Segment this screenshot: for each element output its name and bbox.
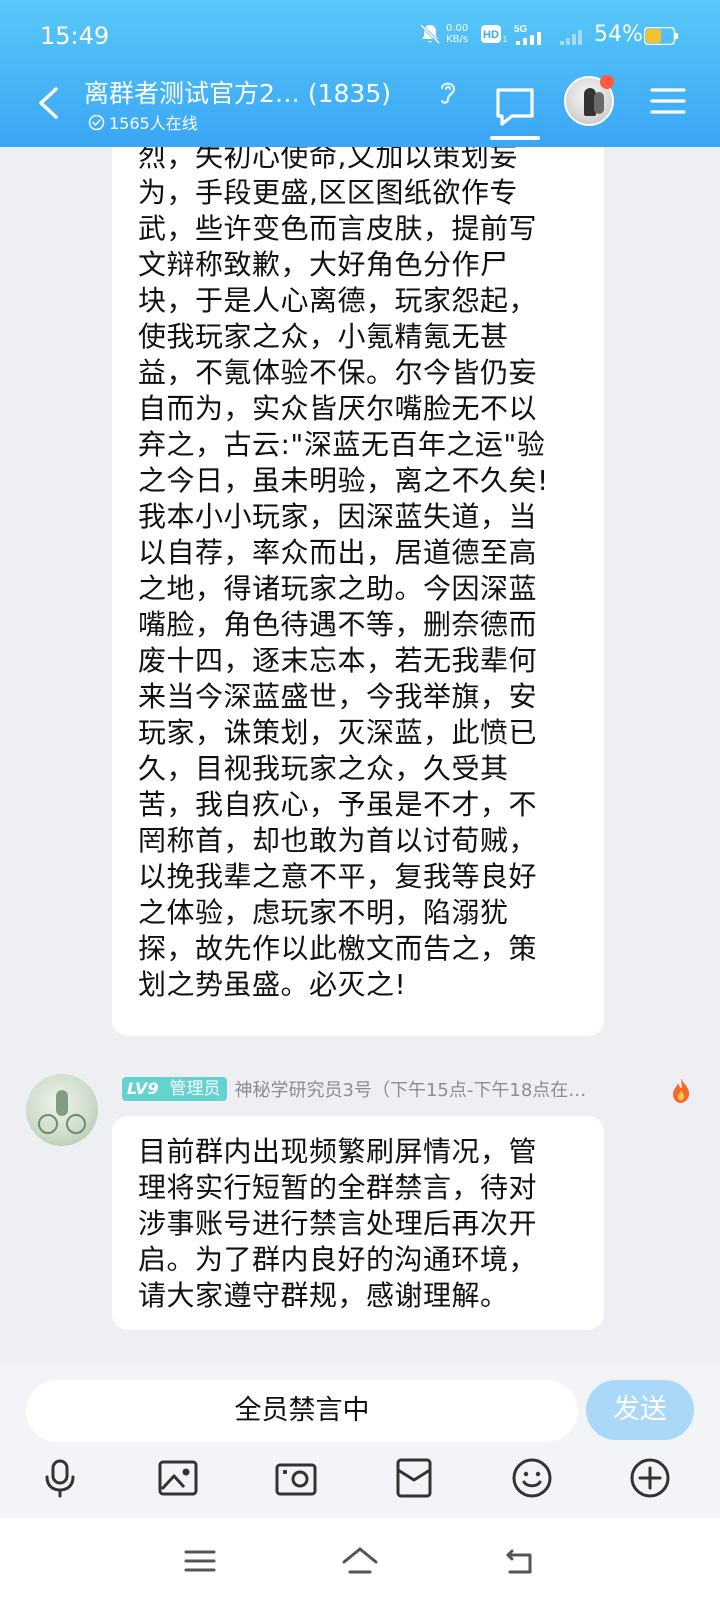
back-nav-icon[interactable] bbox=[500, 1544, 540, 1578]
bell-off-icon bbox=[419, 23, 441, 45]
avatar-figure-secondary bbox=[594, 92, 604, 114]
online-count: 1565人在线 bbox=[109, 114, 198, 133]
message-text: 烈，失初心使命,又加以策划妄 为，手段更盛,区区图纸欲作专 武，些许变色而言皮肤… bbox=[138, 140, 549, 1001]
status-time: 15:49 bbox=[40, 22, 110, 50]
hd-label: HD bbox=[483, 29, 499, 41]
plus-icon[interactable] bbox=[628, 1456, 672, 1500]
network-label: 5G bbox=[514, 24, 528, 35]
active-tab-indicator bbox=[490, 136, 540, 140]
back-icon[interactable] bbox=[36, 86, 62, 120]
image-icon[interactable] bbox=[156, 1456, 200, 1500]
notification-dot bbox=[600, 75, 614, 89]
camera-icon[interactable] bbox=[274, 1456, 318, 1500]
level-badge: LV9 bbox=[122, 1077, 164, 1101]
role-badge: 管理员 bbox=[163, 1077, 227, 1101]
hd-icon: HD 1 bbox=[481, 25, 508, 43]
menu-icon[interactable] bbox=[650, 86, 686, 116]
message-bubble[interactable]: 目前群内出现频繁刷屏情况，管 理将实行短暂的全群禁言，待对 涉事账号进行禁言处理… bbox=[112, 1116, 604, 1330]
emoji-icon[interactable] bbox=[510, 1456, 554, 1500]
chat-tab[interactable] bbox=[490, 82, 540, 140]
navigation-bar bbox=[0, 1518, 720, 1600]
signal-secondary-icon bbox=[560, 30, 582, 45]
status-bar: 15:49 0.00 KB/s HD 1 5G 54% bbox=[0, 0, 720, 75]
hd-sub-label: 1 bbox=[503, 35, 508, 43]
battery-icon bbox=[644, 27, 678, 45]
message-text: 目前群内出现频繁刷屏情况，管 理将实行短暂的全群禁言，待对 涉事账号进行禁言处理… bbox=[138, 1135, 538, 1312]
signal-icon: 5G bbox=[514, 24, 541, 45]
avatar-rider bbox=[56, 1090, 68, 1116]
home-nav-icon[interactable] bbox=[340, 1544, 380, 1578]
avatar-wheel bbox=[66, 1114, 86, 1134]
online-check-icon bbox=[88, 114, 105, 130]
avatar-wheel bbox=[38, 1114, 58, 1134]
battery-percent: 54% bbox=[594, 22, 643, 47]
header: 15:49 0.00 KB/s HD 1 5G 54% 离群者测试官方2… (1… bbox=[0, 0, 720, 147]
chat-title[interactable]: 离群者测试官方2… (1835) bbox=[84, 74, 391, 110]
send-button[interactable]: 发送 bbox=[586, 1380, 694, 1440]
network-speed: 0.00 KB/s bbox=[446, 23, 468, 45]
net-speed-value: 0.00 bbox=[446, 23, 469, 34]
sender-avatar[interactable] bbox=[26, 1074, 98, 1146]
title-bar: 离群者测试官方2… (1835) 1565人在线 bbox=[0, 70, 720, 147]
message-input[interactable]: 全员禁言中 bbox=[26, 1380, 578, 1442]
input-area: 全员禁言中 发送 bbox=[0, 1364, 720, 1518]
sender-name[interactable]: 神秘学研究员3号（下午15点-下午18点在… bbox=[235, 1076, 653, 1102]
menu-nav-icon[interactable] bbox=[180, 1544, 220, 1578]
red-packet-icon[interactable] bbox=[392, 1456, 436, 1500]
fire-icon bbox=[673, 1078, 690, 1103]
message-bubble[interactable]: 烈，失初心使命,又加以策划妄 为，手段更盛,区区图纸欲作专 武，些许变色而言皮肤… bbox=[112, 110, 604, 1036]
ear-icon[interactable] bbox=[436, 78, 460, 106]
chat-bubble-icon bbox=[496, 88, 534, 126]
sender-info: LV9 管理员 神秘学研究员3号（下午15点-下午18点在… bbox=[122, 1076, 682, 1102]
microphone-icon[interactable] bbox=[38, 1456, 82, 1500]
net-speed-unit: KB/s bbox=[446, 34, 469, 45]
online-status: 1565人在线 bbox=[88, 110, 198, 134]
